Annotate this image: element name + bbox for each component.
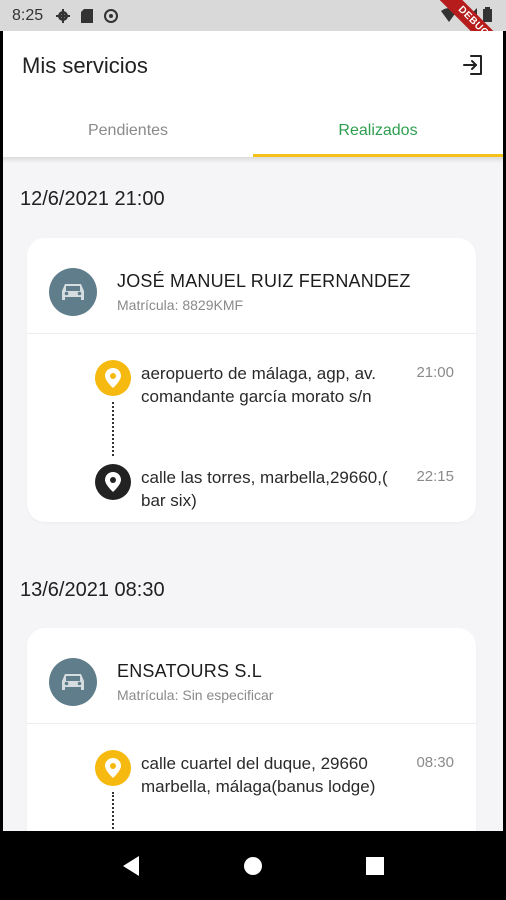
app-bar: Mis servicios Pendientes Realizados bbox=[3, 31, 503, 157]
pickup-pin-icon bbox=[95, 360, 131, 396]
service-date: 12/6/2021 21:00 bbox=[20, 188, 165, 210]
route-connector bbox=[112, 792, 114, 831]
sync-icon bbox=[103, 8, 119, 24]
destination-time: 22:15 bbox=[416, 468, 454, 485]
logout-button[interactable] bbox=[459, 51, 487, 79]
page-title: Mis servicios bbox=[22, 53, 148, 78]
vehicle-plate: Matrícula: Sin especificar bbox=[117, 687, 274, 703]
avatar bbox=[49, 658, 97, 706]
back-icon bbox=[123, 855, 139, 876]
dropoff-pin-icon bbox=[95, 464, 131, 500]
tab-bar: Pendientes Realizados bbox=[3, 105, 503, 157]
logout-icon bbox=[463, 55, 482, 75]
tabs-shadow bbox=[3, 157, 503, 163]
destination-address: calle las torres, marbella,29660,( bar s… bbox=[141, 468, 388, 510]
origin-time: 21:00 bbox=[416, 364, 454, 381]
pickup-pin-icon bbox=[95, 750, 131, 786]
tab-pendientes[interactable]: Pendientes bbox=[3, 105, 253, 157]
avatar bbox=[49, 268, 97, 316]
car-icon bbox=[62, 674, 84, 690]
driver-name: JOSÉ MANUEL RUIZ FERNANDEZ bbox=[117, 271, 411, 291]
origin-address: calle cuartel del duque, 29660 marbella,… bbox=[141, 754, 376, 796]
app-screen: Mis servicios Pendientes Realizados 12/6… bbox=[3, 31, 503, 831]
car-icon bbox=[62, 284, 84, 300]
sd-card-icon bbox=[79, 8, 95, 24]
back-button[interactable] bbox=[111, 846, 151, 886]
service-date: 13/6/2021 08:30 bbox=[20, 579, 165, 601]
driver-name: ENSATOURS S.L bbox=[117, 661, 262, 681]
home-icon bbox=[244, 856, 262, 875]
gear-icon bbox=[55, 8, 71, 24]
home-button[interactable] bbox=[233, 846, 273, 886]
route-connector bbox=[112, 402, 114, 456]
recents-button[interactable] bbox=[355, 846, 395, 886]
status-bar: 8:25 DEBUG bbox=[0, 0, 506, 31]
system-nav-bar bbox=[0, 831, 506, 900]
card-header: ENSATOURS S.L Matrícula: Sin especificar bbox=[27, 628, 476, 724]
vehicle-plate: Matrícula: 8829KMF bbox=[117, 297, 244, 313]
service-card[interactable]: ENSATOURS S.L Matrícula: Sin especificar… bbox=[27, 628, 476, 831]
recents-icon bbox=[366, 856, 384, 875]
status-time: 8:25 bbox=[12, 6, 44, 24]
card-header: JOSÉ MANUEL RUIZ FERNANDEZ Matrícula: 88… bbox=[27, 238, 476, 334]
origin-address: aeropuerto de málaga, agp, av. comandant… bbox=[141, 364, 377, 406]
origin-time: 08:30 bbox=[416, 754, 454, 771]
tab-realizados[interactable]: Realizados bbox=[253, 105, 503, 157]
service-card[interactable]: JOSÉ MANUEL RUIZ FERNANDEZ Matrícula: 88… bbox=[27, 238, 476, 522]
